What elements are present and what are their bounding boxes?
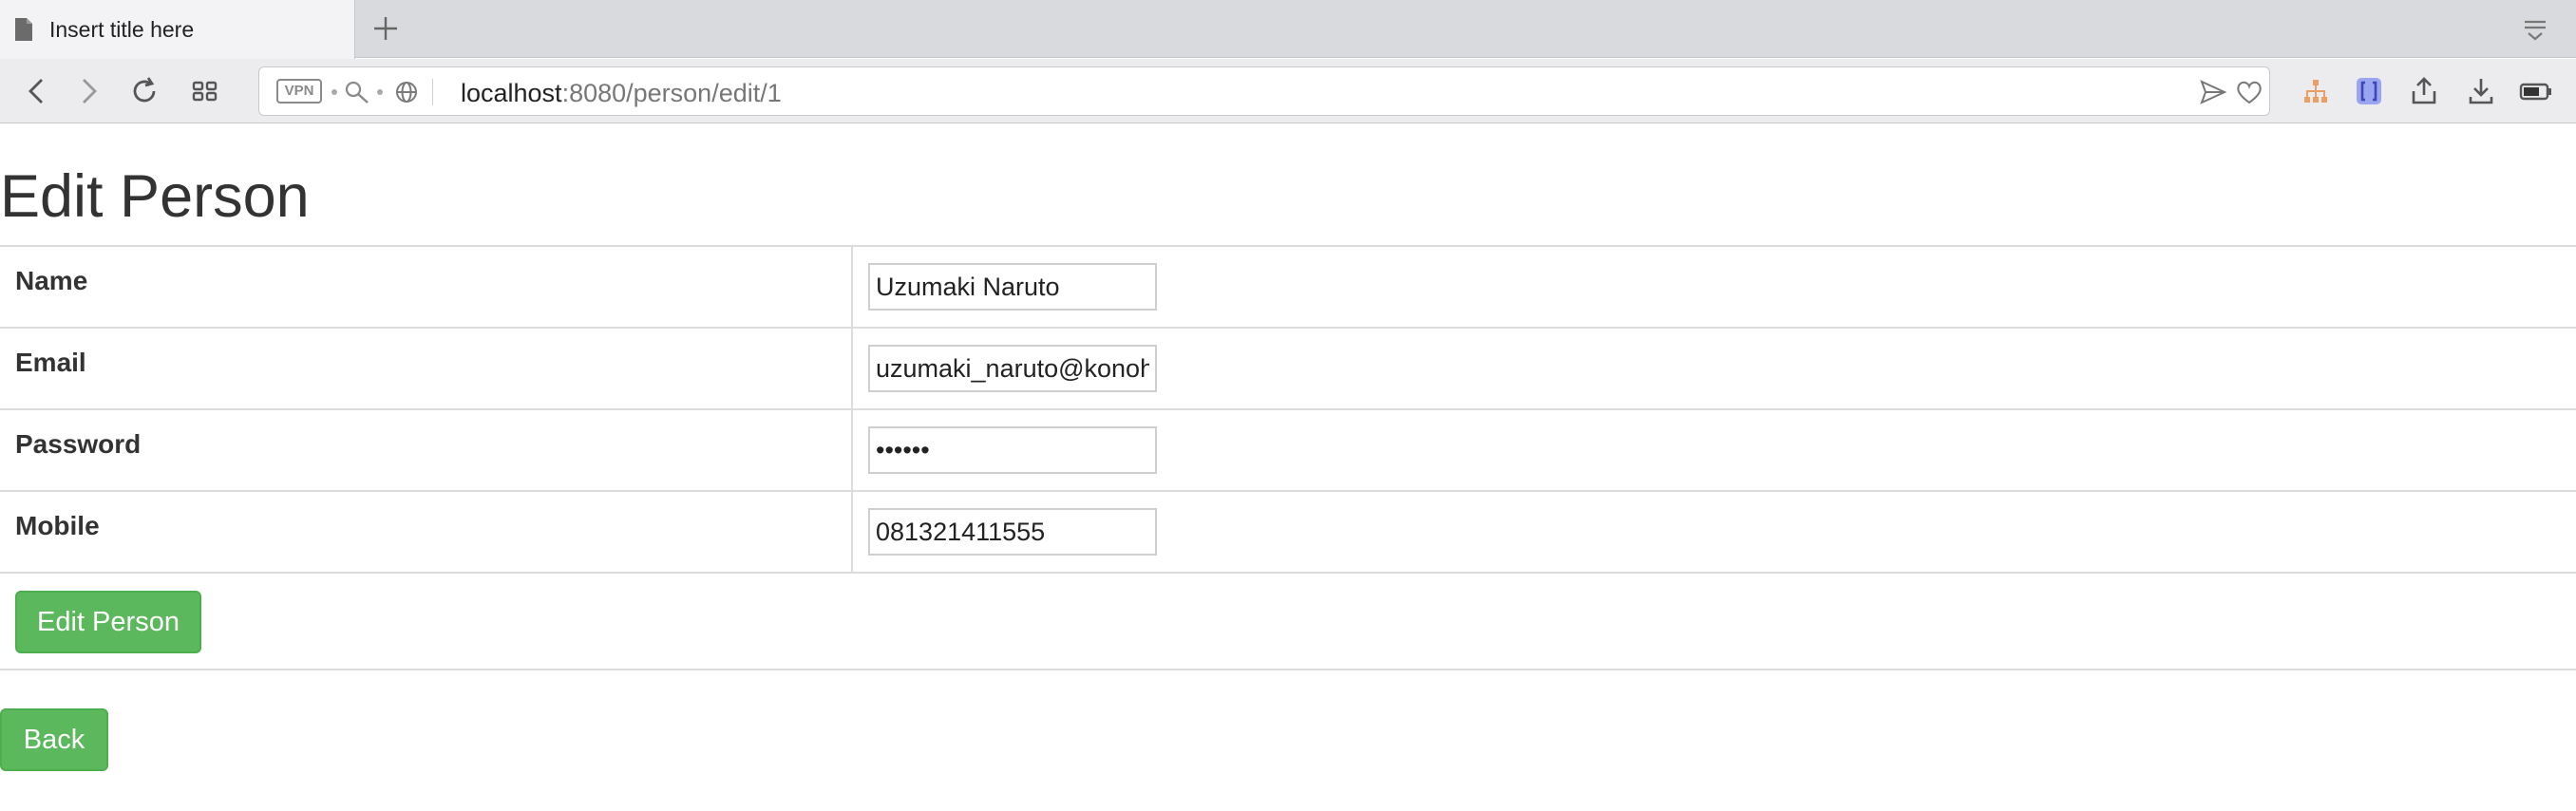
share-icon[interactable] (2407, 74, 2441, 108)
browser-toolbar: VPN localhost:8080/person/edit/1 (0, 59, 2576, 123)
separator-dot (377, 89, 383, 95)
mobile-label: Mobile (15, 511, 100, 540)
battery-icon[interactable] (2519, 74, 2553, 108)
mobile-field[interactable] (868, 508, 1157, 556)
name-field[interactable] (868, 263, 1157, 311)
cell-divider (851, 410, 853, 492)
form-row-name: Name (0, 245, 2576, 329)
password-field[interactable] (868, 426, 1157, 474)
form-row-mobile: Mobile (0, 490, 2576, 574)
sitemap-icon[interactable] (2299, 74, 2333, 108)
url-path: :8080/person/edit/1 (561, 79, 782, 107)
browser-tab[interactable]: Insert title here (0, 0, 355, 59)
back-arrow-icon[interactable] (21, 74, 55, 108)
url-divider (432, 79, 433, 105)
heart-icon[interactable] (2235, 79, 2263, 105)
form-row-password: Password (0, 408, 2576, 492)
email-field[interactable] (868, 345, 1157, 392)
bracket-extension-icon[interactable] (2352, 74, 2386, 108)
name-label: Name (15, 266, 88, 295)
url-text[interactable]: localhost:8080/person/edit/1 (461, 79, 782, 108)
page-title: Edit Person (0, 163, 310, 230)
reload-icon[interactable] (127, 74, 161, 108)
email-label: Email (15, 348, 86, 377)
document-icon (15, 18, 32, 41)
separator-dot (331, 89, 337, 95)
password-label: Password (15, 429, 142, 459)
page-content: Edit Person Name Email Password Mobile E… (0, 124, 2576, 811)
cell-divider (851, 492, 853, 574)
globe-icon[interactable] (392, 79, 421, 105)
url-host: localhost (461, 79, 562, 107)
send-icon[interactable] (2199, 79, 2227, 105)
form-row-email: Email (0, 327, 2576, 410)
key-search-icon[interactable] (343, 79, 371, 105)
address-bar[interactable]: VPN localhost:8080/person/edit/1 (258, 66, 2270, 116)
cell-divider (851, 329, 853, 410)
back-button[interactable]: Back (0, 708, 108, 771)
tab-menu-icon[interactable] (2521, 15, 2549, 44)
tab-title: Insert title here (49, 16, 195, 42)
vpn-badge[interactable]: VPN (276, 79, 322, 104)
download-icon[interactable] (2464, 74, 2498, 108)
submit-row: Edit Person (0, 572, 2576, 670)
forward-arrow-icon[interactable] (70, 74, 104, 108)
cell-divider (851, 247, 853, 329)
plus-icon[interactable] (369, 11, 403, 46)
grid-icon[interactable] (188, 74, 222, 108)
edit-person-button[interactable]: Edit Person (15, 591, 201, 653)
tab-bar: Insert title here (0, 0, 2576, 59)
